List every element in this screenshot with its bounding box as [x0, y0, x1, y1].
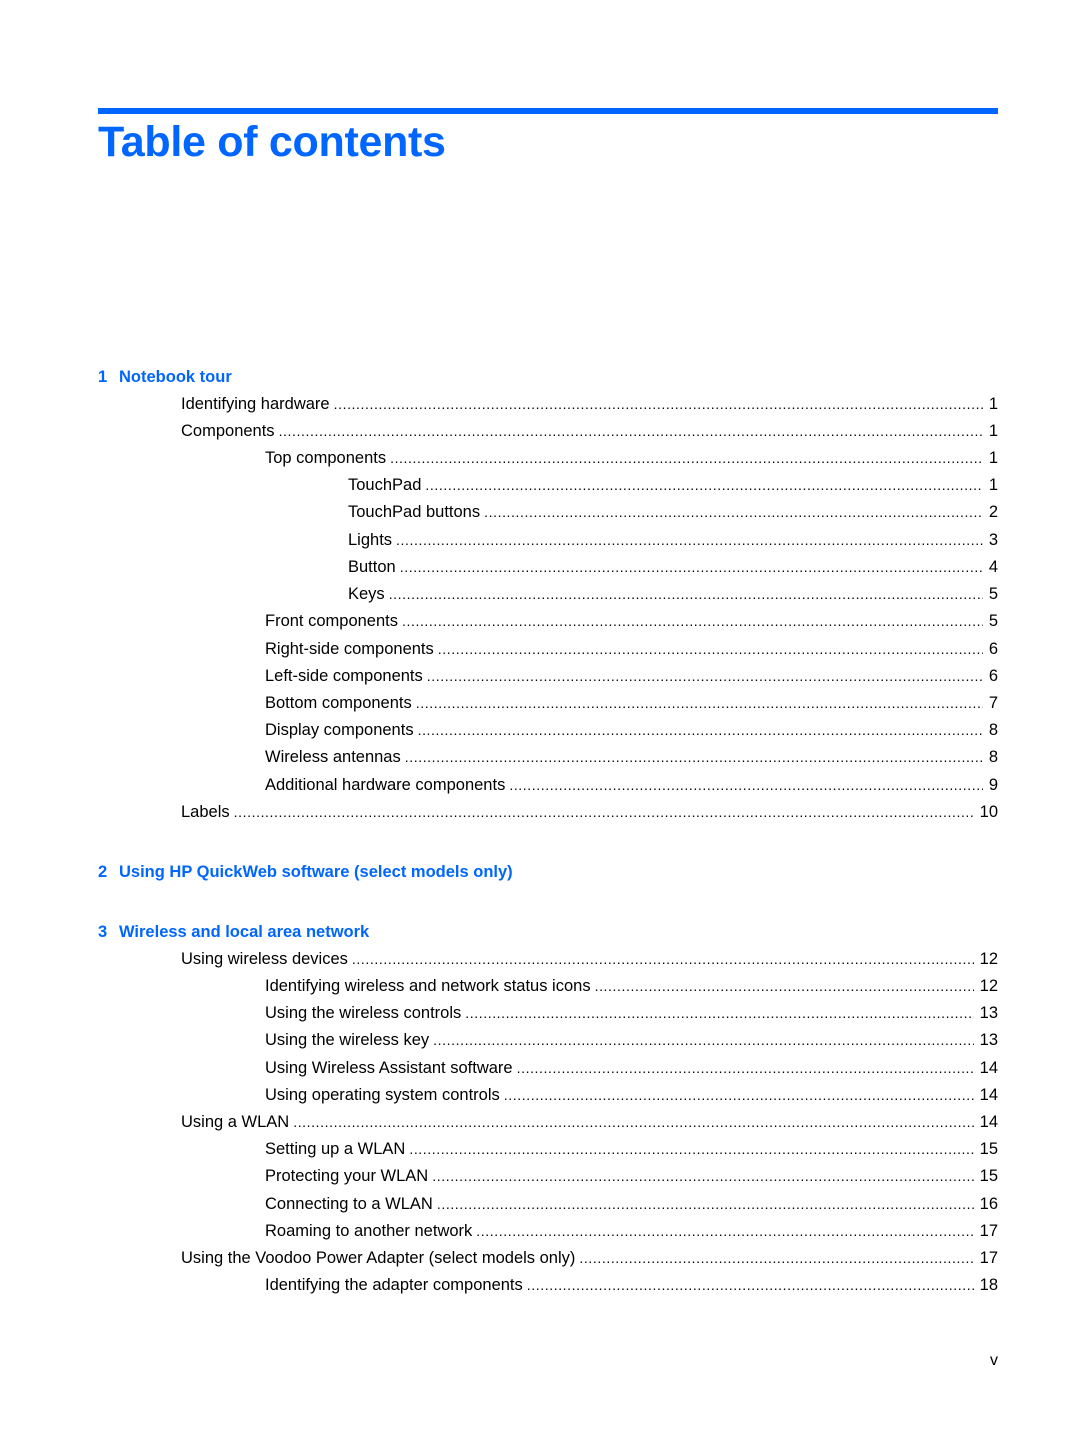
page-title: Table of contents [98, 118, 446, 166]
toc-entry[interactable]: Using a WLAN14 [181, 1111, 998, 1133]
toc-entry[interactable]: Protecting your WLAN15 [265, 1165, 998, 1187]
dot-leader [234, 801, 974, 823]
toc-entry[interactable]: Labels10 [181, 801, 998, 823]
dot-leader [402, 610, 983, 632]
toc-entry[interactable]: Identifying wireless and network status … [265, 975, 998, 997]
dot-leader [437, 1193, 974, 1215]
toc-entry[interactable]: Identifying the adapter components18 [265, 1274, 998, 1296]
toc-entry[interactable]: Components1 [181, 420, 998, 442]
dot-leader [396, 529, 983, 551]
toc-entry[interactable]: Using Wireless Assistant software14 [265, 1057, 998, 1079]
dot-leader [432, 1165, 973, 1187]
dot-leader [438, 638, 983, 660]
toc-entry[interactable]: Right-side components6 [265, 638, 998, 660]
dot-leader [504, 1084, 974, 1106]
dot-leader [579, 1247, 973, 1269]
dot-leader [484, 501, 983, 523]
toc-entry[interactable]: Left-side components6 [265, 665, 998, 687]
chapter-heading[interactable]: 2 Using HP QuickWeb software (select mode… [98, 862, 513, 882]
toc-entry[interactable]: Keys5 [348, 583, 998, 605]
toc-entry[interactable]: Using the wireless controls13 [265, 1002, 998, 1024]
toc-entry[interactable]: TouchPad buttons2 [348, 501, 998, 523]
dot-leader [405, 746, 983, 768]
toc-entry[interactable]: Using operating system controls14 [265, 1084, 998, 1106]
toc-entry[interactable]: Connecting to a WLAN16 [265, 1193, 998, 1215]
title-rule [98, 108, 998, 114]
toc-entry[interactable]: Using the Voodoo Power Adapter (select m… [181, 1247, 998, 1269]
dot-leader [509, 774, 982, 796]
chapter-heading[interactable]: 3 Wireless and local area network [98, 922, 369, 942]
toc-entry[interactable]: Bottom components7 [265, 692, 998, 714]
dot-leader [476, 1220, 973, 1242]
dot-leader [389, 583, 983, 605]
dot-leader [527, 1274, 974, 1296]
dot-leader [418, 719, 983, 741]
dot-leader [352, 948, 974, 970]
dot-leader [293, 1111, 973, 1133]
toc-entry[interactable]: Roaming to another network17 [265, 1220, 998, 1242]
dot-leader [409, 1138, 973, 1160]
dot-leader [334, 393, 983, 415]
toc-entry[interactable]: Front components5 [265, 610, 998, 632]
toc-entry[interactable]: Additional hardware components9 [265, 774, 998, 796]
dot-leader [465, 1002, 973, 1024]
toc-entry[interactable]: Button4 [348, 556, 998, 578]
dot-leader [416, 692, 983, 714]
toc-entry[interactable]: TouchPad1 [348, 474, 998, 496]
dot-leader [279, 420, 983, 442]
toc-entry[interactable]: Lights3 [348, 529, 998, 551]
toc-entry[interactable]: Wireless antennas8 [265, 746, 998, 768]
dot-leader [595, 975, 974, 997]
toc-entry[interactable]: Setting up a WLAN15 [265, 1138, 998, 1160]
toc-entry[interactable]: Using the wireless key13 [265, 1029, 998, 1051]
dot-leader [390, 447, 983, 469]
dot-leader [427, 665, 983, 687]
toc-entry[interactable]: Identifying hardware1 [181, 393, 998, 415]
toc-entry[interactable]: Using wireless devices12 [181, 948, 998, 970]
dot-leader [517, 1057, 974, 1079]
dot-leader [433, 1029, 973, 1051]
toc-entry[interactable]: Display components8 [265, 719, 998, 741]
dot-leader [400, 556, 983, 578]
page-number: v [990, 1352, 998, 1369]
dot-leader [425, 474, 982, 496]
toc-entry[interactable]: Top components1 [265, 447, 998, 469]
chapter-heading[interactable]: 1 Notebook tour [98, 367, 232, 387]
